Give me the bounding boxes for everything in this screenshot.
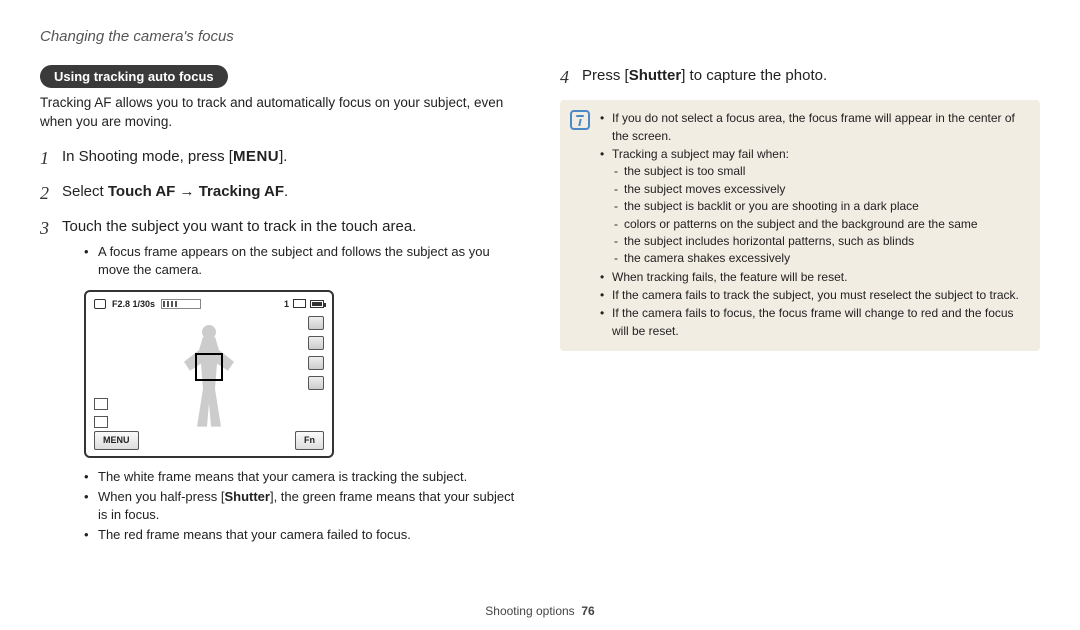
- step-number: 1: [40, 146, 62, 171]
- setting-icon: [308, 376, 324, 390]
- info-icon: [570, 110, 590, 130]
- step-number: 2: [40, 181, 62, 206]
- step-body: Press [Shutter] to capture the photo.: [582, 65, 1040, 86]
- page-footer: Shooting options 76: [0, 604, 1080, 618]
- two-column-layout: Using tracking auto focus Tracking AF al…: [40, 65, 1040, 564]
- step-number: 3: [40, 216, 62, 241]
- exposure-scale-icon: [161, 299, 201, 309]
- info-callout: If you do not select a focus area, the f…: [560, 100, 1040, 351]
- step-4: 4 Press [Shutter] to capture the photo.: [560, 65, 1040, 90]
- footer-section: Shooting options: [485, 604, 574, 618]
- lcd-fn-button: Fn: [295, 431, 324, 450]
- lcd-bottom-bar: MENU Fn: [94, 431, 324, 450]
- step-body: Touch the subject you want to track in t…: [62, 216, 520, 554]
- manual-page: Changing the camera's focus Using tracki…: [0, 0, 1080, 630]
- step-body: In Shooting mode, press [MENU].: [62, 146, 520, 167]
- right-column: 4 Press [Shutter] to capture the photo. …: [560, 65, 1040, 564]
- lcd-menu-button: MENU: [94, 431, 139, 450]
- page-number: 76: [581, 604, 594, 618]
- focus-area-icon: [94, 416, 108, 428]
- section-pill: Using tracking auto focus: [40, 65, 228, 88]
- lcd-top-bar: F2.8 1/30s 1: [94, 298, 324, 311]
- storage-icon: [293, 299, 306, 308]
- camera-lcd-illustration: F2.8 1/30s 1: [84, 290, 334, 458]
- shot-count: 1: [284, 298, 289, 311]
- step-body: Select Touch AF → Tracking AF.: [62, 181, 520, 202]
- exposure-readout: F2.8 1/30s: [112, 298, 155, 311]
- timer-icon: [308, 336, 324, 350]
- intro-paragraph: Tracking AF allows you to track and auto…: [40, 94, 520, 132]
- mode-icon: [94, 299, 106, 309]
- lcd-left-icons: [94, 398, 108, 428]
- step-2: 2 Select Touch AF → Tracking AF.: [40, 181, 520, 206]
- left-column: Using tracking auto focus Tracking AF al…: [40, 65, 520, 564]
- lcd-right-icons: [308, 316, 324, 390]
- step-3: 3 Touch the subject you want to track in…: [40, 216, 520, 554]
- info-bullets: If you do not select a focus area, the f…: [600, 110, 1028, 341]
- steps-list: 1 In Shooting mode, press [MENU]. 2 Sele…: [40, 146, 520, 555]
- page-header: Changing the camera's focus: [40, 28, 1040, 45]
- fail-reasons: the subject is too small the subject mov…: [612, 163, 978, 267]
- frame-meaning-bullets: The white frame means that your camera i…: [84, 468, 520, 545]
- setting-icon: [308, 356, 324, 370]
- steps-list-right: 4 Press [Shutter] to capture the photo.: [560, 65, 1040, 90]
- sub-bullets: A focus frame appears on the subject and…: [84, 243, 520, 279]
- step-number: 4: [560, 65, 582, 90]
- menu-button-label: MENU: [233, 148, 279, 165]
- battery-icon: [310, 300, 324, 308]
- step-1: 1 In Shooting mode, press [MENU].: [40, 146, 520, 171]
- off-icon: [94, 398, 108, 410]
- focus-frame: [195, 353, 223, 381]
- flash-icon: [308, 316, 324, 330]
